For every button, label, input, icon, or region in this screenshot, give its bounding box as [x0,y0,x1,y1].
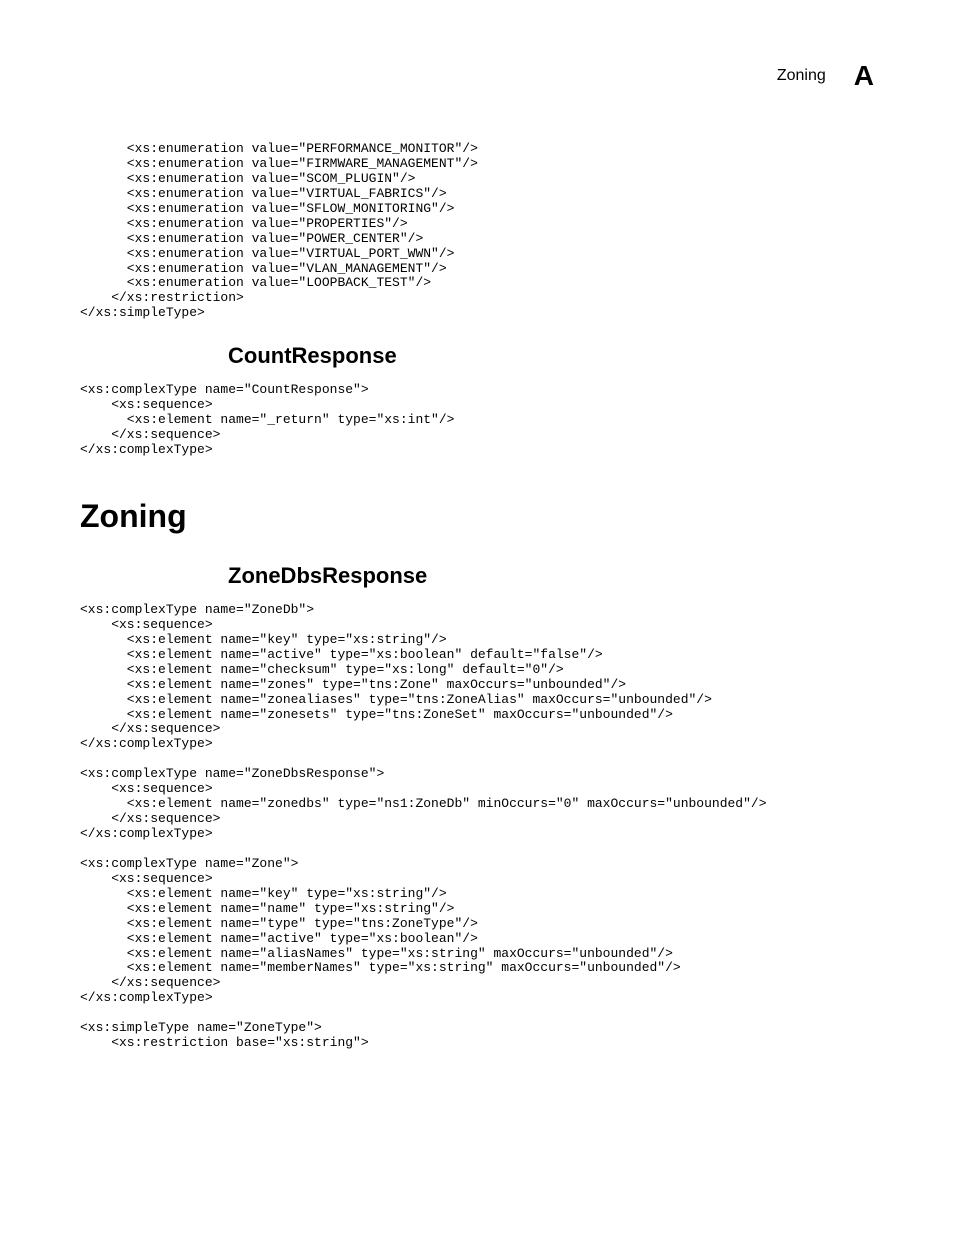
code-block-enumerations: <xs:enumeration value="PERFORMANCE_MONIT… [80,142,874,321]
header-title: Zoning [777,67,826,85]
heading-zoning: Zoning [80,498,874,535]
header-appendix-badge: A [854,60,874,92]
subheading-countresponse: CountResponse [228,343,874,369]
code-block-zonedbs: <xs:complexType name="ZoneDb"> <xs:seque… [80,603,874,1051]
subheading-zonedbsresponse: ZoneDbsResponse [228,563,874,589]
page-header: Zoning A [80,60,874,92]
code-block-countresponse: <xs:complexType name="CountResponse"> <x… [80,383,874,458]
